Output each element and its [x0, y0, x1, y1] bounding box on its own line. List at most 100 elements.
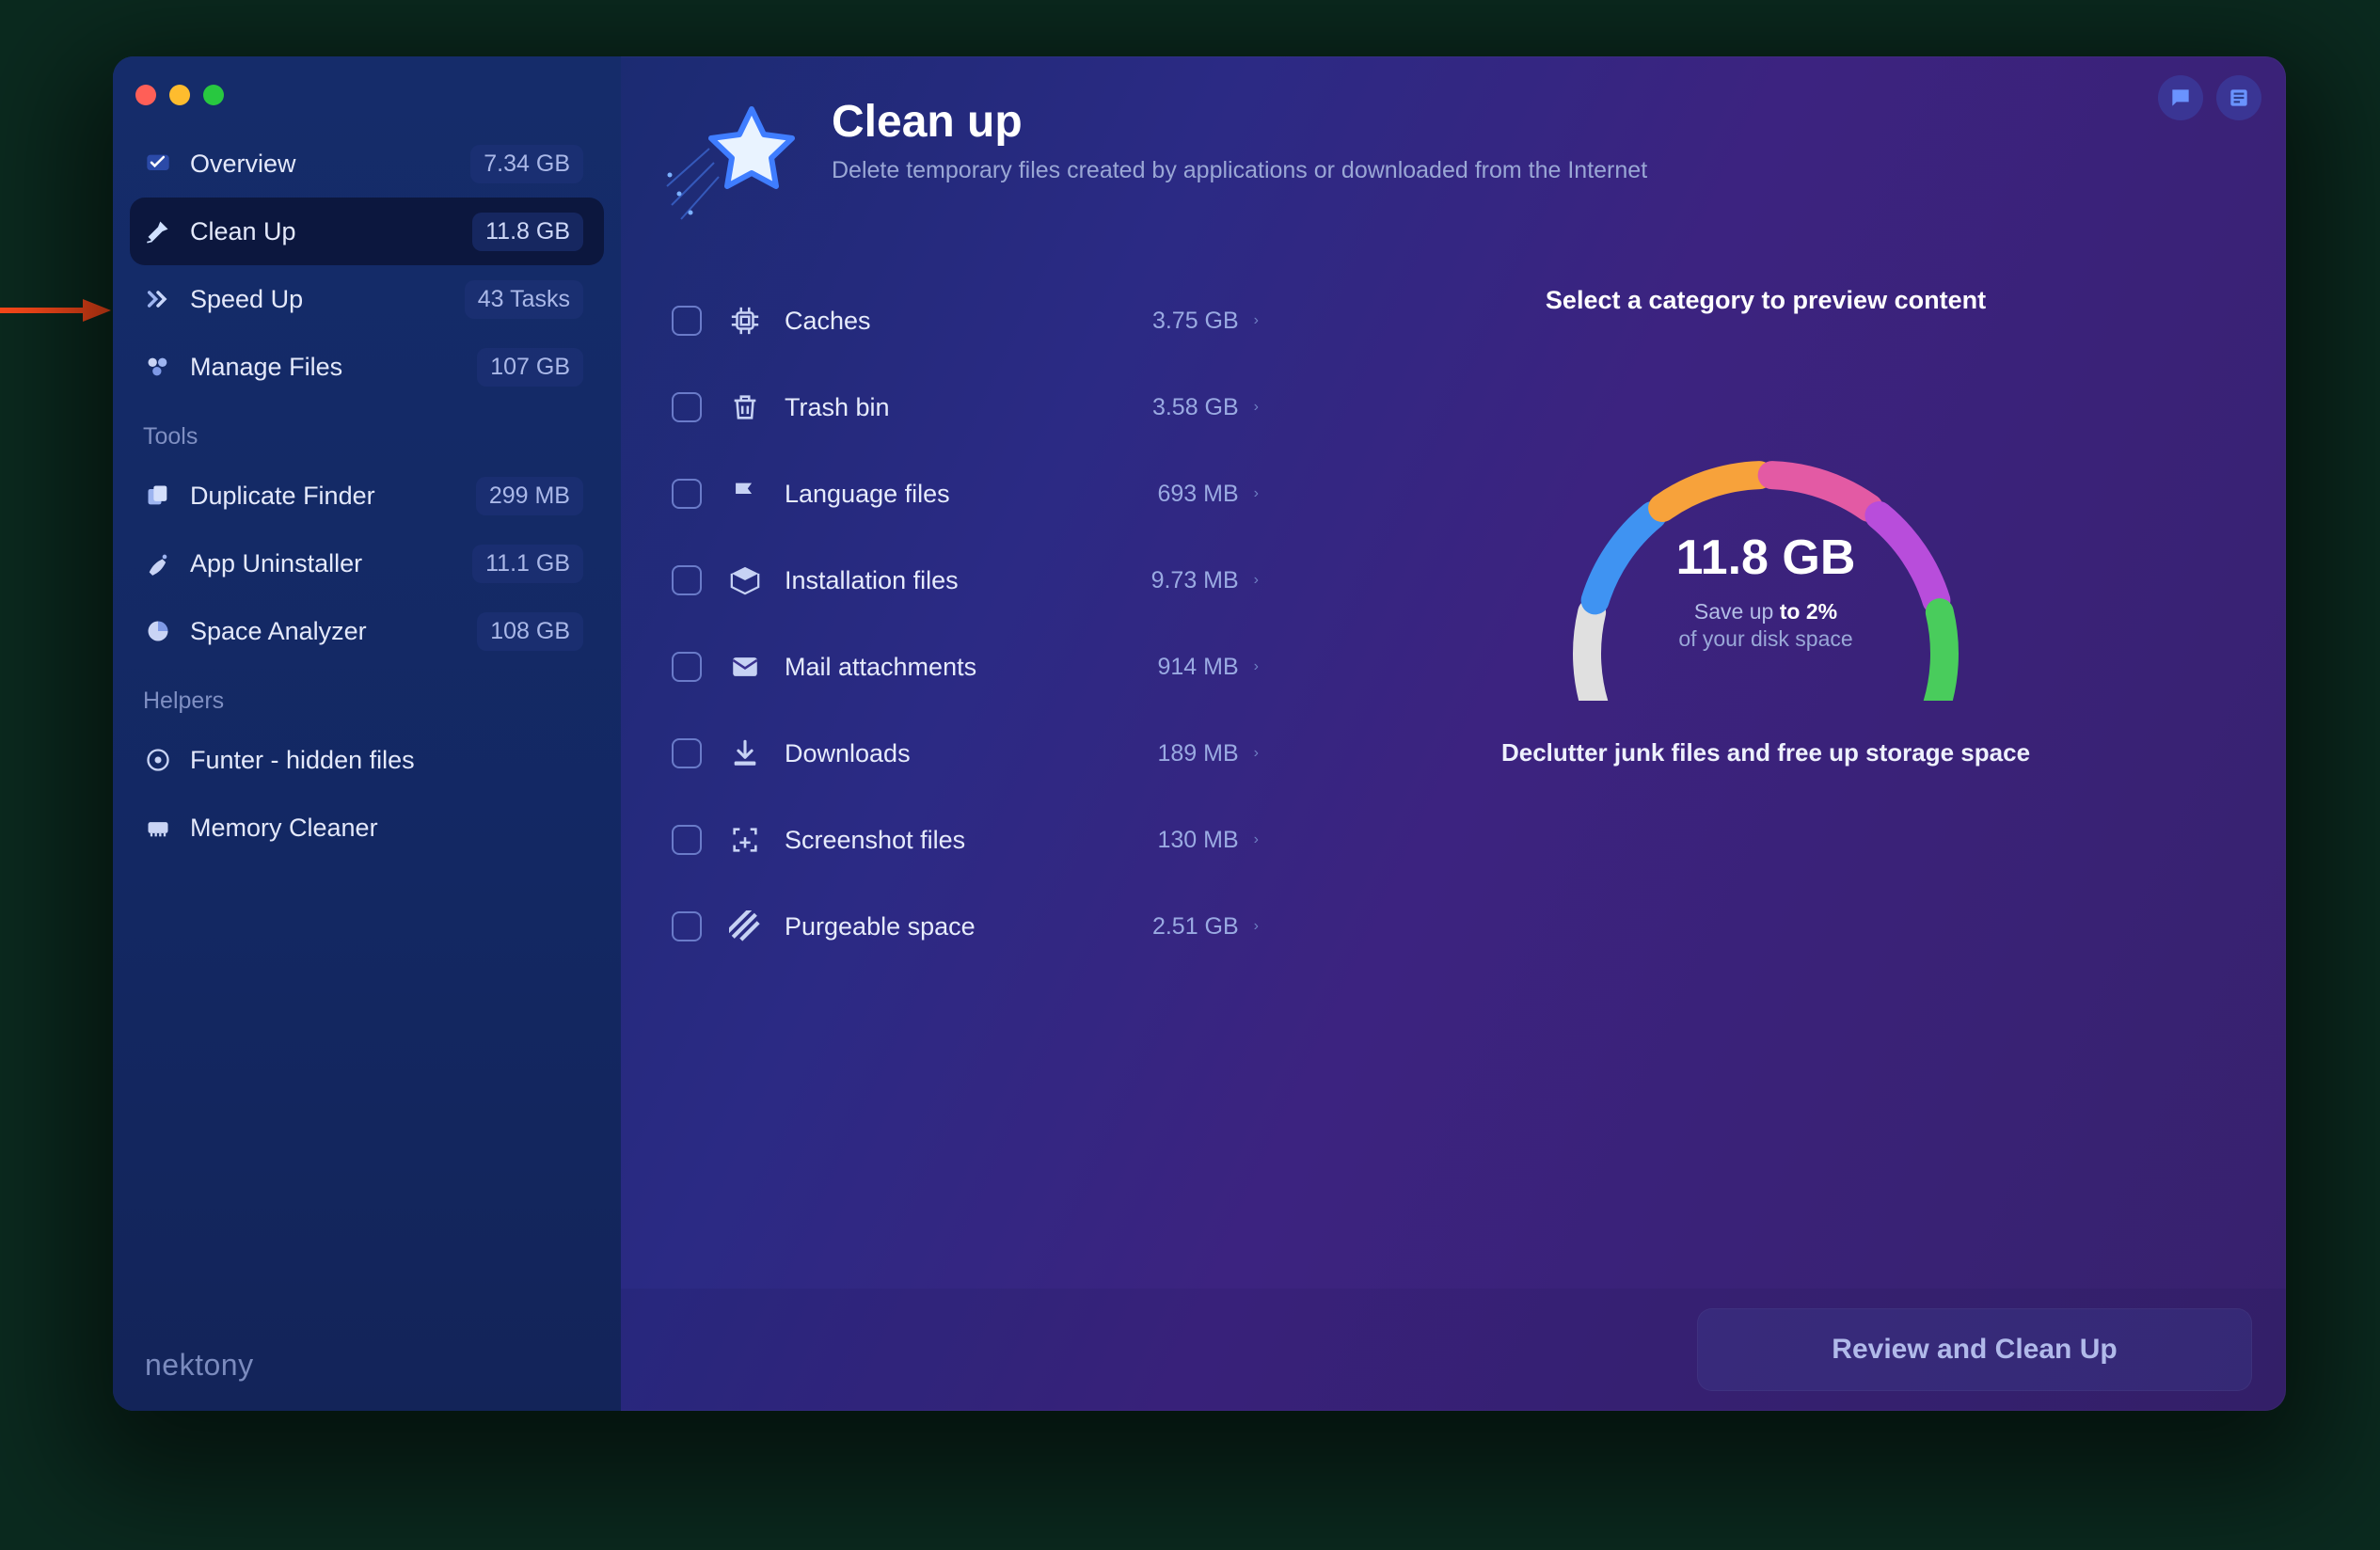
footer: Review and Clean Up: [621, 1289, 2286, 1411]
uninstall-icon: [143, 548, 173, 578]
category-list: Caches 3.75 GB › Trash bin 3.58 GB › Lan…: [662, 280, 1274, 1289]
mail-icon: [726, 648, 764, 686]
sidebar-section-helpers: Helpers: [130, 665, 604, 726]
sidebar-item-overview[interactable]: Overview 7.34 GB: [130, 130, 604, 198]
memory-icon: [143, 813, 173, 843]
checkbox[interactable]: [672, 738, 702, 768]
duplicate-icon: [143, 481, 173, 511]
category-size: 130 MB: [1158, 827, 1239, 854]
checkbox[interactable]: [672, 392, 702, 422]
category-label: Trash bin: [785, 393, 1152, 422]
chevron-right-icon: ›: [1254, 485, 1259, 502]
category-size: 3.58 GB: [1152, 394, 1239, 421]
sidebar-item-badge: 43 Tasks: [465, 280, 583, 319]
review-cleanup-button[interactable]: Review and Clean Up: [1697, 1308, 2252, 1391]
hero: Clean up Delete temporary files created …: [621, 56, 2286, 243]
main-panel: Clean up Delete temporary files created …: [621, 56, 2286, 1411]
screenshot-icon: [726, 821, 764, 859]
checkbox[interactable]: [672, 306, 702, 336]
pie-icon: [143, 616, 173, 646]
sidebar-item-label: Manage Files: [190, 353, 460, 382]
overview-icon: [143, 149, 173, 179]
sidebar-item-funter[interactable]: Funter - hidden files: [130, 726, 604, 794]
sidebar-item-space-analyzer[interactable]: Space Analyzer 108 GB: [130, 597, 604, 665]
broom-icon: [143, 216, 173, 246]
checkbox[interactable]: [672, 825, 702, 855]
sidebar-item-badge: 7.34 GB: [470, 145, 583, 183]
minimize-window-button[interactable]: [169, 85, 190, 105]
sidebar-item-label: Funter - hidden files: [190, 746, 583, 775]
sidebar-item-badge: 108 GB: [477, 612, 583, 651]
topbar: [2158, 75, 2261, 120]
page-title: Clean up: [832, 92, 1647, 148]
sidebar-item-badge: 11.8 GB: [472, 213, 583, 251]
gauge-line2: of your disk space: [1521, 626, 2010, 652]
category-caches[interactable]: Caches 3.75 GB ›: [662, 280, 1274, 361]
target-icon: [143, 745, 173, 775]
category-screenshots[interactable]: Screenshot files 130 MB ›: [662, 799, 1274, 880]
category-size: 2.51 GB: [1152, 913, 1239, 941]
flag-icon: [726, 475, 764, 513]
chevron-right-icon: ›: [1254, 918, 1259, 935]
star-icon: [662, 92, 803, 233]
checkbox[interactable]: [672, 479, 702, 509]
page-subtitle: Delete temporary files created by applic…: [832, 157, 1647, 184]
sidebar-item-managefiles[interactable]: Manage Files 107 GB: [130, 333, 604, 401]
sidebar-item-speedup[interactable]: Speed Up 43 Tasks: [130, 265, 604, 333]
category-label: Language files: [785, 480, 1158, 509]
chevron-right-icon: ›: [1254, 399, 1259, 416]
speed-icon: [143, 284, 173, 314]
gauge: 11.8 GB Save up to 2% of your disk space: [1521, 419, 2010, 701]
sidebar-item-label: App Uninstaller: [190, 549, 455, 578]
category-label: Purgeable space: [785, 912, 1152, 941]
category-size: 9.73 MB: [1151, 567, 1239, 594]
preview-tagline: Declutter junk files and free up storage…: [1501, 738, 2030, 767]
category-language[interactable]: Language files 693 MB ›: [662, 453, 1274, 534]
gauge-center: 11.8 GB Save up to 2% of your disk space: [1521, 530, 2010, 652]
sidebar-item-label: Clean Up: [190, 217, 455, 246]
package-icon: [726, 561, 764, 599]
chevron-right-icon: ›: [1254, 312, 1259, 329]
sidebar: Overview 7.34 GB Clean Up 11.8 GB Speed …: [113, 56, 621, 1411]
category-label: Downloads: [785, 739, 1158, 768]
checkbox[interactable]: [672, 911, 702, 941]
checkbox[interactable]: [672, 565, 702, 595]
preview-hint: Select a category to preview content: [1546, 286, 1986, 315]
files-icon: [143, 352, 173, 382]
category-mail[interactable]: Mail attachments 914 MB ›: [662, 626, 1274, 707]
checkbox[interactable]: [672, 652, 702, 682]
sidebar-section-tools: Tools: [130, 401, 604, 462]
category-trash[interactable]: Trash bin 3.58 GB ›: [662, 367, 1274, 448]
preview-panel: Select a category to preview content 11.…: [1283, 280, 2248, 1289]
chip-icon: [726, 302, 764, 340]
sidebar-item-label: Memory Cleaner: [190, 814, 583, 843]
fullscreen-window-button[interactable]: [203, 85, 224, 105]
category-size: 914 MB: [1158, 654, 1239, 681]
category-label: Caches: [785, 307, 1152, 336]
chevron-right-icon: ›: [1254, 658, 1259, 675]
window-controls: [130, 79, 604, 130]
sidebar-item-duplicate-finder[interactable]: Duplicate Finder 299 MB: [130, 462, 604, 530]
stripes-icon: [726, 908, 764, 945]
sidebar-item-app-uninstaller[interactable]: App Uninstaller 11.1 GB: [130, 530, 604, 597]
content-area: Caches 3.75 GB › Trash bin 3.58 GB › Lan…: [621, 243, 2286, 1289]
sidebar-item-label: Space Analyzer: [190, 617, 460, 646]
chevron-right-icon: ›: [1254, 831, 1259, 848]
chat-button[interactable]: [2158, 75, 2203, 120]
category-size: 3.75 GB: [1152, 308, 1239, 335]
sidebar-item-memory-cleaner[interactable]: Memory Cleaner: [130, 794, 604, 862]
category-purgeable[interactable]: Purgeable space 2.51 GB ›: [662, 886, 1274, 967]
sidebar-item-cleanup[interactable]: Clean Up 11.8 GB: [130, 198, 604, 265]
category-label: Screenshot files: [785, 826, 1158, 855]
category-downloads[interactable]: Downloads 189 MB ›: [662, 713, 1274, 794]
brand-logo: nektony: [145, 1348, 254, 1383]
gauge-total: 11.8 GB: [1521, 530, 2010, 586]
category-installation[interactable]: Installation files 9.73 MB ›: [662, 540, 1274, 621]
news-button[interactable]: [2216, 75, 2261, 120]
external-arrow-annotation: [0, 292, 113, 329]
sidebar-item-badge: 299 MB: [476, 477, 583, 515]
sidebar-item-label: Overview: [190, 150, 453, 179]
sidebar-item-label: Speed Up: [190, 285, 448, 314]
close-window-button[interactable]: [135, 85, 156, 105]
sidebar-item-badge: 107 GB: [477, 348, 583, 387]
